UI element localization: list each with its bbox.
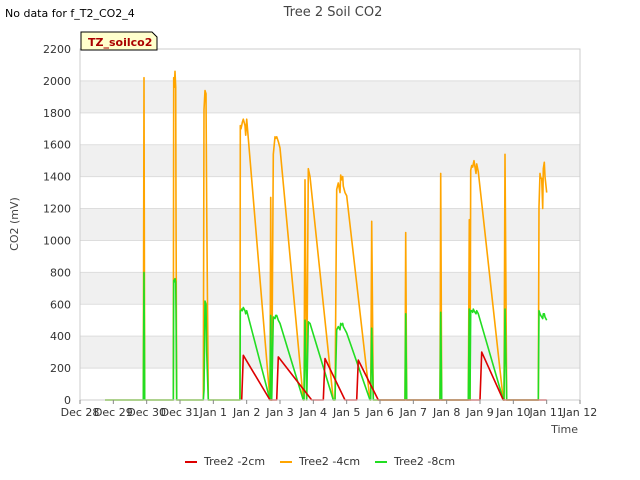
y-tick-label: 2000 bbox=[43, 75, 71, 88]
x-tick-label: Jan 11 bbox=[528, 406, 563, 419]
x-tick-label: Jan 5 bbox=[332, 406, 360, 419]
y-tick-label: 1600 bbox=[43, 139, 71, 152]
background-band bbox=[80, 80, 580, 113]
x-tick-label: Dec 31 bbox=[161, 406, 200, 419]
x-axis-ticks: Dec 28Dec 29Dec 30Dec 31 Jan 1 Jan 2 Jan 3J… bbox=[61, 400, 597, 419]
y-axis-ticks: 0200400600800100012001400160018002000220… bbox=[43, 43, 71, 407]
legend-label: Tree2 -4cm bbox=[298, 455, 360, 468]
x-tick-label: Jan 3 bbox=[265, 406, 293, 419]
y-axis-label: CO2 (mV) bbox=[8, 197, 21, 251]
legend-label: Tree2 -8cm bbox=[393, 455, 455, 468]
y-tick-label: 800 bbox=[50, 266, 71, 279]
tag-box: TZ_soilco2 bbox=[80, 31, 158, 51]
x-tick-label: Jan 9 bbox=[465, 406, 493, 419]
legend: Tree2 -2cm Tree2 -4cm Tree2 -8cm bbox=[185, 455, 455, 468]
x-tick-label: Jan 4 bbox=[299, 406, 327, 419]
y-tick-label: 1800 bbox=[43, 107, 71, 120]
x-tick-label: Jan 2 bbox=[232, 406, 260, 419]
y-tick-label: 1000 bbox=[43, 234, 71, 247]
x-tick-label: Jan 10 bbox=[495, 406, 530, 419]
co2-chart: 0200400600800100012001400160018002000220… bbox=[8, 5, 597, 468]
x-tick-label: Jan 8 bbox=[432, 406, 460, 419]
x-tick-label: Jan 1 bbox=[199, 406, 227, 419]
y-tick-label: 2200 bbox=[43, 43, 71, 56]
legend-label: Tree2 -2cm bbox=[203, 455, 265, 468]
y-tick-label: 1200 bbox=[43, 203, 71, 216]
y-tick-label: 200 bbox=[50, 362, 71, 375]
y-tick-label: 600 bbox=[50, 298, 71, 311]
y-tick-label: 400 bbox=[50, 330, 71, 343]
legend-item: Tree2 -8cm bbox=[375, 455, 455, 468]
tag-label: TZ_soilco2 bbox=[88, 36, 152, 49]
x-tick-label: Jan 12 bbox=[562, 406, 597, 419]
chart-title: Tree 2 Soil CO2 bbox=[283, 5, 383, 20]
legend-item: Tree2 -2cm bbox=[185, 455, 265, 468]
x-tick-label: Jan 7 bbox=[399, 406, 427, 419]
x-axis-label: Time bbox=[550, 423, 578, 436]
x-tick-label: Jan 6 bbox=[365, 406, 393, 419]
y-tick-label: 1400 bbox=[43, 171, 71, 184]
legend-item: Tree2 -4cm bbox=[280, 455, 360, 468]
